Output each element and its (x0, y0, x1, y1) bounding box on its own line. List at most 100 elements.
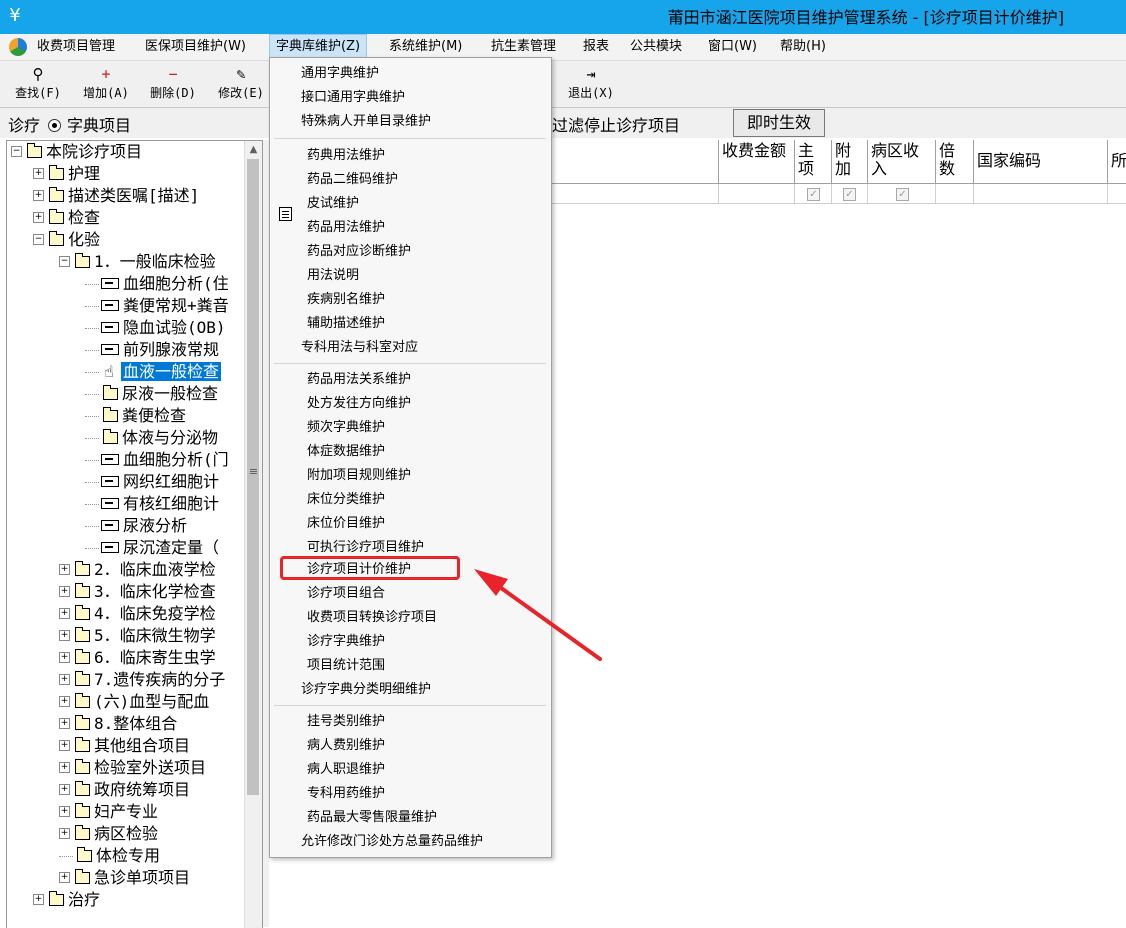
menu-item[interactable]: 床位价目维护 (307, 513, 385, 535)
grid-cell[interactable] (936, 184, 974, 204)
menu-public-modules[interactable]: 公共模块 (624, 34, 688, 60)
expand-icon[interactable]: + (59, 630, 70, 641)
scroll-up-icon[interactable]: ▲ (245, 141, 262, 158)
menu-item[interactable]: 接口通用字典维护 (301, 87, 405, 109)
menu-item[interactable]: 项目统计范围 (307, 655, 385, 677)
menu-item[interactable]: 药品最大零售限量维护 (307, 807, 437, 829)
expand-icon[interactable]: + (59, 740, 70, 751)
find-button[interactable]: ⚲ 查找(F) (6, 63, 70, 105)
grid-header-truncated[interactable]: 所 (1108, 140, 1126, 184)
menu-item[interactable]: 专科用法与科室对应 (301, 337, 418, 359)
expand-icon[interactable]: + (59, 828, 70, 839)
tree-leaf[interactable]: 血细胞分析(门 (85, 449, 229, 471)
apply-now-button[interactable]: 即时生效 (733, 109, 825, 137)
menu-item[interactable]: 病人职退维护 (307, 759, 385, 781)
add-button[interactable]: + 增加(A) (76, 63, 136, 105)
expand-icon[interactable]: + (59, 784, 70, 795)
tree-leaf-selected[interactable]: ☝ 血液一般检查 (85, 361, 222, 383)
expand-icon[interactable]: + (59, 762, 70, 773)
tree-node[interactable]: 粪便检查 (85, 405, 186, 427)
tree-node[interactable]: +5．临床微生物学 (59, 625, 216, 647)
menu-item[interactable]: 药品用法维护 (307, 217, 385, 239)
menu-item[interactable]: 药品用法关系维护 (307, 369, 411, 391)
grid-cell[interactable] (974, 184, 1108, 204)
tree-node[interactable]: + 检验室外送项目 (59, 757, 206, 779)
tree-node[interactable]: +3．临床化学检查 (59, 581, 216, 603)
tree-node[interactable]: − 化验 (33, 229, 100, 251)
tree-node[interactable]: + 护理 (33, 163, 100, 185)
menu-fee-items[interactable]: 收费项目管理 (31, 34, 121, 60)
expand-icon[interactable]: + (33, 894, 44, 905)
tree-node[interactable]: +4．临床免疫学检 (59, 603, 216, 625)
tree-node[interactable]: + 急诊单项项目 (59, 867, 190, 889)
tree-node[interactable]: + 其他组合项目 (59, 735, 190, 757)
expand-icon[interactable]: + (59, 564, 70, 575)
expand-icon[interactable]: + (59, 652, 70, 663)
tree-leaf[interactable]: 尿沉渣定量（ (85, 537, 219, 559)
grid-cell[interactable] (1108, 184, 1126, 204)
exit-button[interactable]: ⇥ 退出(X) (560, 63, 622, 105)
grid-header-additional[interactable]: 附加 (832, 140, 868, 184)
tree-node[interactable]: +2．临床血液学检 (59, 559, 216, 581)
menu-item[interactable]: 处方发往方向维护 (307, 393, 411, 415)
menu-insurance-items[interactable]: 医保项目维护(W) (139, 34, 252, 60)
collapse-icon[interactable]: − (33, 234, 44, 245)
menu-item[interactable]: 收费项目转换诊疗项目 (307, 607, 437, 629)
tree-node[interactable]: −1．一般临床检验 (59, 251, 216, 273)
grid-cell[interactable]: ✓ (795, 184, 832, 204)
expand-icon[interactable]: + (59, 608, 70, 619)
grid-header-amount[interactable]: 收费金额 (719, 140, 795, 184)
tree-leaf[interactable]: 尿液分析 (85, 515, 187, 537)
menu-item[interactable]: 病人费别维护 (307, 735, 385, 757)
grid-header-main-item[interactable]: 主项 (795, 140, 832, 184)
diagnosis-item-tree[interactable]: − 本院诊疗项目 + 护理 + 描述类医嘱[描述] + 检查 − 化验 −1．一般临床检验… (6, 140, 263, 928)
expand-icon[interactable]: + (33, 212, 44, 223)
menu-item[interactable]: 药品对应诊断维护 (307, 241, 411, 263)
menu-item[interactable]: 诊疗字典分类明细维护 (301, 679, 431, 701)
menu-item[interactable]: 专科用药维护 (307, 783, 385, 805)
expand-icon[interactable]: + (33, 190, 44, 201)
expand-icon[interactable]: + (59, 674, 70, 685)
menu-reports[interactable]: 报表 (577, 34, 615, 60)
menu-item[interactable]: 挂号类别维护 (307, 711, 385, 733)
tree-node[interactable]: 体液与分泌物 (85, 427, 218, 449)
tree-node[interactable]: + 政府统筹项目 (59, 779, 190, 801)
expand-icon[interactable]: + (59, 696, 70, 707)
collapse-icon[interactable]: − (11, 146, 22, 157)
tree-node[interactable]: 体检专用 (59, 845, 160, 867)
tree-leaf[interactable]: 网织红细胞计 (85, 471, 219, 493)
delete-button[interactable]: − 删除(D) (142, 63, 204, 105)
tree-vertical-scrollbar[interactable]: ▲ ≡ (244, 141, 262, 928)
tree-node[interactable]: + 描述类医嘱[描述] (33, 185, 199, 207)
grid-header-multiplier[interactable]: 倍数 (936, 140, 974, 184)
tree-root-node[interactable]: − 本院诊疗项目 (11, 141, 142, 163)
grid-cell[interactable]: ✓ (832, 184, 868, 204)
tree-node[interactable]: + 检查 (33, 207, 100, 229)
main-item-checkbox[interactable]: ✓ (807, 188, 820, 201)
menu-item[interactable]: 附加项目规则维护 (307, 465, 411, 487)
ward-income-checkbox[interactable]: ✓ (896, 188, 909, 201)
tree-node[interactable]: + 病区检验 (59, 823, 158, 845)
menu-item[interactable]: 辅助描述维护 (307, 313, 385, 335)
tree-leaf[interactable]: 前列腺液常规 (85, 339, 219, 361)
menu-item[interactable]: 药品二维码维护 (307, 169, 398, 191)
tree-node[interactable]: + 妇产专业 (59, 801, 158, 823)
tree-leaf[interactable]: 有核红细胞计 (85, 493, 219, 515)
menu-window[interactable]: 窗口(W) (702, 34, 763, 60)
grid-cell[interactable] (719, 184, 795, 204)
additional-checkbox[interactable]: ✓ (843, 188, 856, 201)
tree-node[interactable]: +6．临床寄生虫学 (59, 647, 216, 669)
menu-item[interactable]: 频次字典维护 (307, 417, 385, 439)
expand-icon[interactable]: + (59, 806, 70, 817)
modify-button[interactable]: ✎ 修改(E) (212, 63, 270, 105)
expand-icon[interactable]: + (59, 718, 70, 729)
collapse-icon[interactable]: − (59, 256, 70, 267)
dictionary-items-radio[interactable] (48, 119, 62, 132)
tree-node[interactable]: + (六)血型与配血 (59, 691, 209, 713)
menu-item[interactable]: 用法说明 (307, 265, 359, 287)
menu-item[interactable]: 疾病别名维护 (307, 289, 385, 311)
expand-icon[interactable]: + (59, 872, 70, 883)
expand-icon[interactable]: + (33, 168, 44, 179)
tree-leaf[interactable]: 隐血试验(OB) (85, 317, 226, 339)
grid-header-national-code[interactable]: 国家编码 (974, 140, 1108, 184)
